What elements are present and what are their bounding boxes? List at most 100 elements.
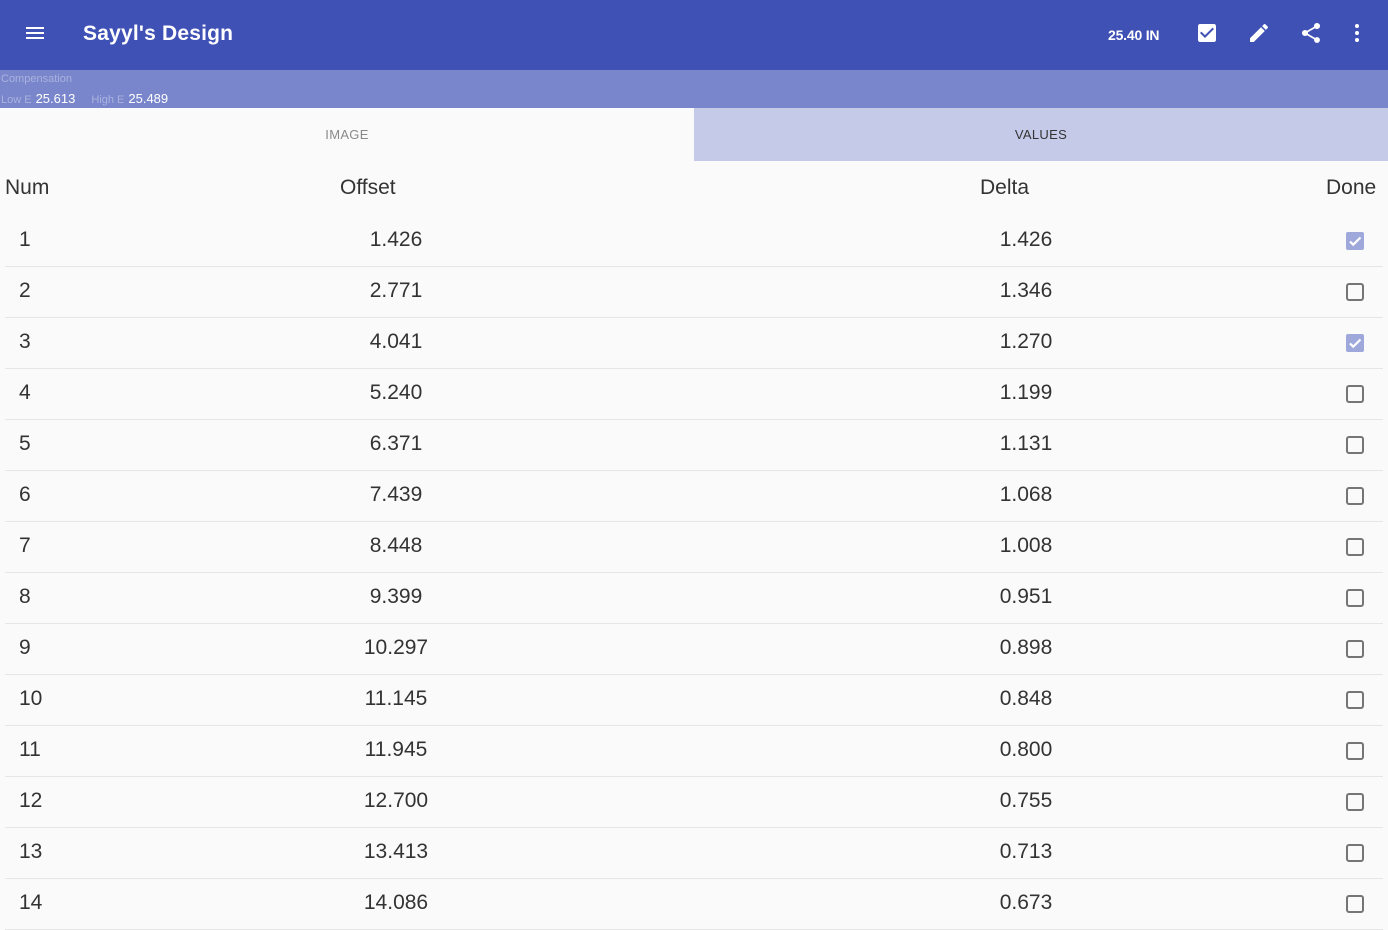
high-e-label: High E bbox=[91, 94, 125, 106]
overflow-menu-button[interactable] bbox=[1336, 14, 1378, 56]
row-num: 6 bbox=[19, 483, 31, 506]
done-checkbox-checked[interactable] bbox=[1345, 231, 1365, 251]
table-body: 1 1.426 1.426 2 2.771 1.346 3 4.041 1.270 4 5.240 1… bbox=[0, 216, 1388, 930]
row-delta: 1.426 bbox=[999, 228, 1053, 251]
row-delta: 0.755 bbox=[999, 789, 1053, 812]
check-box-icon bbox=[1195, 21, 1219, 50]
row-offset: 4.041 bbox=[369, 330, 423, 353]
share-icon bbox=[1299, 21, 1323, 50]
row-delta: 1.346 bbox=[999, 279, 1053, 302]
table-row: 11 11.945 0.800 bbox=[5, 726, 1383, 777]
row-delta: 0.848 bbox=[999, 687, 1053, 710]
app-title: Sayyl's Design bbox=[83, 22, 234, 45]
row-delta: 0.713 bbox=[999, 840, 1053, 863]
table-row: 13 13.413 0.713 bbox=[5, 828, 1383, 879]
table-row: 12 12.700 0.755 bbox=[5, 777, 1383, 828]
row-num: 5 bbox=[19, 432, 31, 455]
row-offset: 14.086 bbox=[363, 891, 429, 914]
tab-image[interactable]: IMAGE bbox=[0, 108, 694, 161]
table-row: 3 4.041 1.270 bbox=[5, 318, 1383, 369]
done-checkbox[interactable] bbox=[1345, 894, 1365, 914]
done-checkbox[interactable] bbox=[1345, 741, 1365, 761]
table-row: 2 2.771 1.346 bbox=[5, 267, 1383, 318]
more-vert-icon bbox=[1345, 21, 1369, 50]
table-row: 1 1.426 1.426 bbox=[5, 216, 1383, 267]
row-num: 4 bbox=[19, 381, 31, 404]
header-num: Num bbox=[5, 176, 50, 199]
row-offset: 8.448 bbox=[369, 534, 423, 557]
table-row: 4 5.240 1.199 bbox=[5, 369, 1383, 420]
row-offset: 11.145 bbox=[364, 687, 428, 710]
row-num: 9 bbox=[19, 636, 31, 659]
row-delta: 1.270 bbox=[999, 330, 1053, 353]
table-row: 9 10.297 0.898 bbox=[5, 624, 1383, 675]
done-checkbox-checked[interactable] bbox=[1345, 333, 1365, 353]
done-checkbox[interactable] bbox=[1345, 486, 1365, 506]
select-all-button[interactable] bbox=[1186, 14, 1228, 56]
row-delta: 1.131 bbox=[999, 432, 1053, 455]
done-checkbox[interactable] bbox=[1345, 843, 1365, 863]
row-num: 3 bbox=[19, 330, 31, 353]
compensation-bar: Compensation Low E 25.613 High E 25.489 bbox=[0, 70, 1388, 108]
done-checkbox[interactable] bbox=[1345, 435, 1365, 455]
row-offset: 11.945 bbox=[364, 738, 428, 761]
row-offset: 6.371 bbox=[369, 432, 423, 455]
header-done: Done bbox=[1326, 176, 1377, 199]
row-delta: 0.951 bbox=[999, 585, 1053, 608]
row-delta: 0.673 bbox=[999, 891, 1053, 914]
low-e-value: 25.613 bbox=[35, 91, 76, 106]
row-offset: 13.413 bbox=[363, 840, 429, 863]
header-offset: Offset bbox=[340, 176, 396, 199]
row-num: 2 bbox=[19, 279, 31, 302]
table-row: 7 8.448 1.008 bbox=[5, 522, 1383, 573]
high-e-value: 25.489 bbox=[128, 91, 169, 106]
row-num: 12 bbox=[19, 789, 43, 812]
share-button[interactable] bbox=[1290, 14, 1332, 56]
row-num: 7 bbox=[19, 534, 31, 557]
row-offset: 9.399 bbox=[369, 585, 423, 608]
row-delta: 1.068 bbox=[999, 483, 1053, 506]
table-row: 10 11.145 0.848 bbox=[5, 675, 1383, 726]
app-bar: Sayyl's Design 25.40 IN bbox=[0, 0, 1388, 70]
row-delta: 0.898 bbox=[999, 636, 1053, 659]
done-checkbox[interactable] bbox=[1345, 282, 1365, 302]
row-delta: 0.800 bbox=[999, 738, 1053, 761]
low-e-label: Low E bbox=[1, 94, 32, 106]
tab-bar: IMAGE VALUES bbox=[0, 108, 1388, 161]
row-num: 11 bbox=[19, 738, 41, 761]
row-num: 13 bbox=[19, 840, 43, 863]
done-checkbox[interactable] bbox=[1345, 792, 1365, 812]
edit-button[interactable] bbox=[1238, 14, 1280, 56]
row-delta: 1.008 bbox=[999, 534, 1053, 557]
menu-icon bbox=[23, 21, 47, 50]
table-row: 8 9.399 0.951 bbox=[5, 573, 1383, 624]
done-checkbox[interactable] bbox=[1345, 384, 1365, 404]
row-num: 8 bbox=[19, 585, 31, 608]
row-offset: 5.240 bbox=[369, 381, 423, 404]
table-row: 14 14.086 0.673 bbox=[5, 879, 1383, 930]
measurement-button[interactable]: 25.40 IN bbox=[1108, 27, 1160, 43]
done-checkbox[interactable] bbox=[1345, 639, 1365, 659]
done-checkbox[interactable] bbox=[1345, 537, 1365, 557]
table-row: 5 6.371 1.131 bbox=[5, 420, 1383, 471]
menu-button[interactable] bbox=[14, 14, 56, 56]
done-checkbox[interactable] bbox=[1345, 588, 1365, 608]
pencil-icon bbox=[1247, 21, 1271, 50]
values-table: Num Offset Delta Done 1 1.426 1.426 2 2.771 1… bbox=[0, 164, 1388, 930]
header-delta: Delta bbox=[980, 176, 1030, 199]
row-offset: 7.439 bbox=[369, 483, 423, 506]
row-offset: 2.771 bbox=[369, 279, 423, 302]
row-offset: 10.297 bbox=[363, 636, 429, 659]
table-header: Num Offset Delta Done bbox=[0, 164, 1388, 216]
row-num: 10 bbox=[19, 687, 43, 710]
row-offset: 1.426 bbox=[369, 228, 423, 251]
row-num: 1 bbox=[19, 228, 31, 251]
row-delta: 1.199 bbox=[999, 381, 1053, 404]
row-offset: 12.700 bbox=[363, 789, 429, 812]
table-row: 6 7.439 1.068 bbox=[5, 471, 1383, 522]
compensation-values: Low E 25.613 High E 25.489 bbox=[1, 91, 168, 106]
tab-values[interactable]: VALUES bbox=[694, 108, 1388, 161]
row-num: 14 bbox=[19, 891, 43, 914]
compensation-label: Compensation bbox=[1, 73, 72, 85]
done-checkbox[interactable] bbox=[1345, 690, 1365, 710]
